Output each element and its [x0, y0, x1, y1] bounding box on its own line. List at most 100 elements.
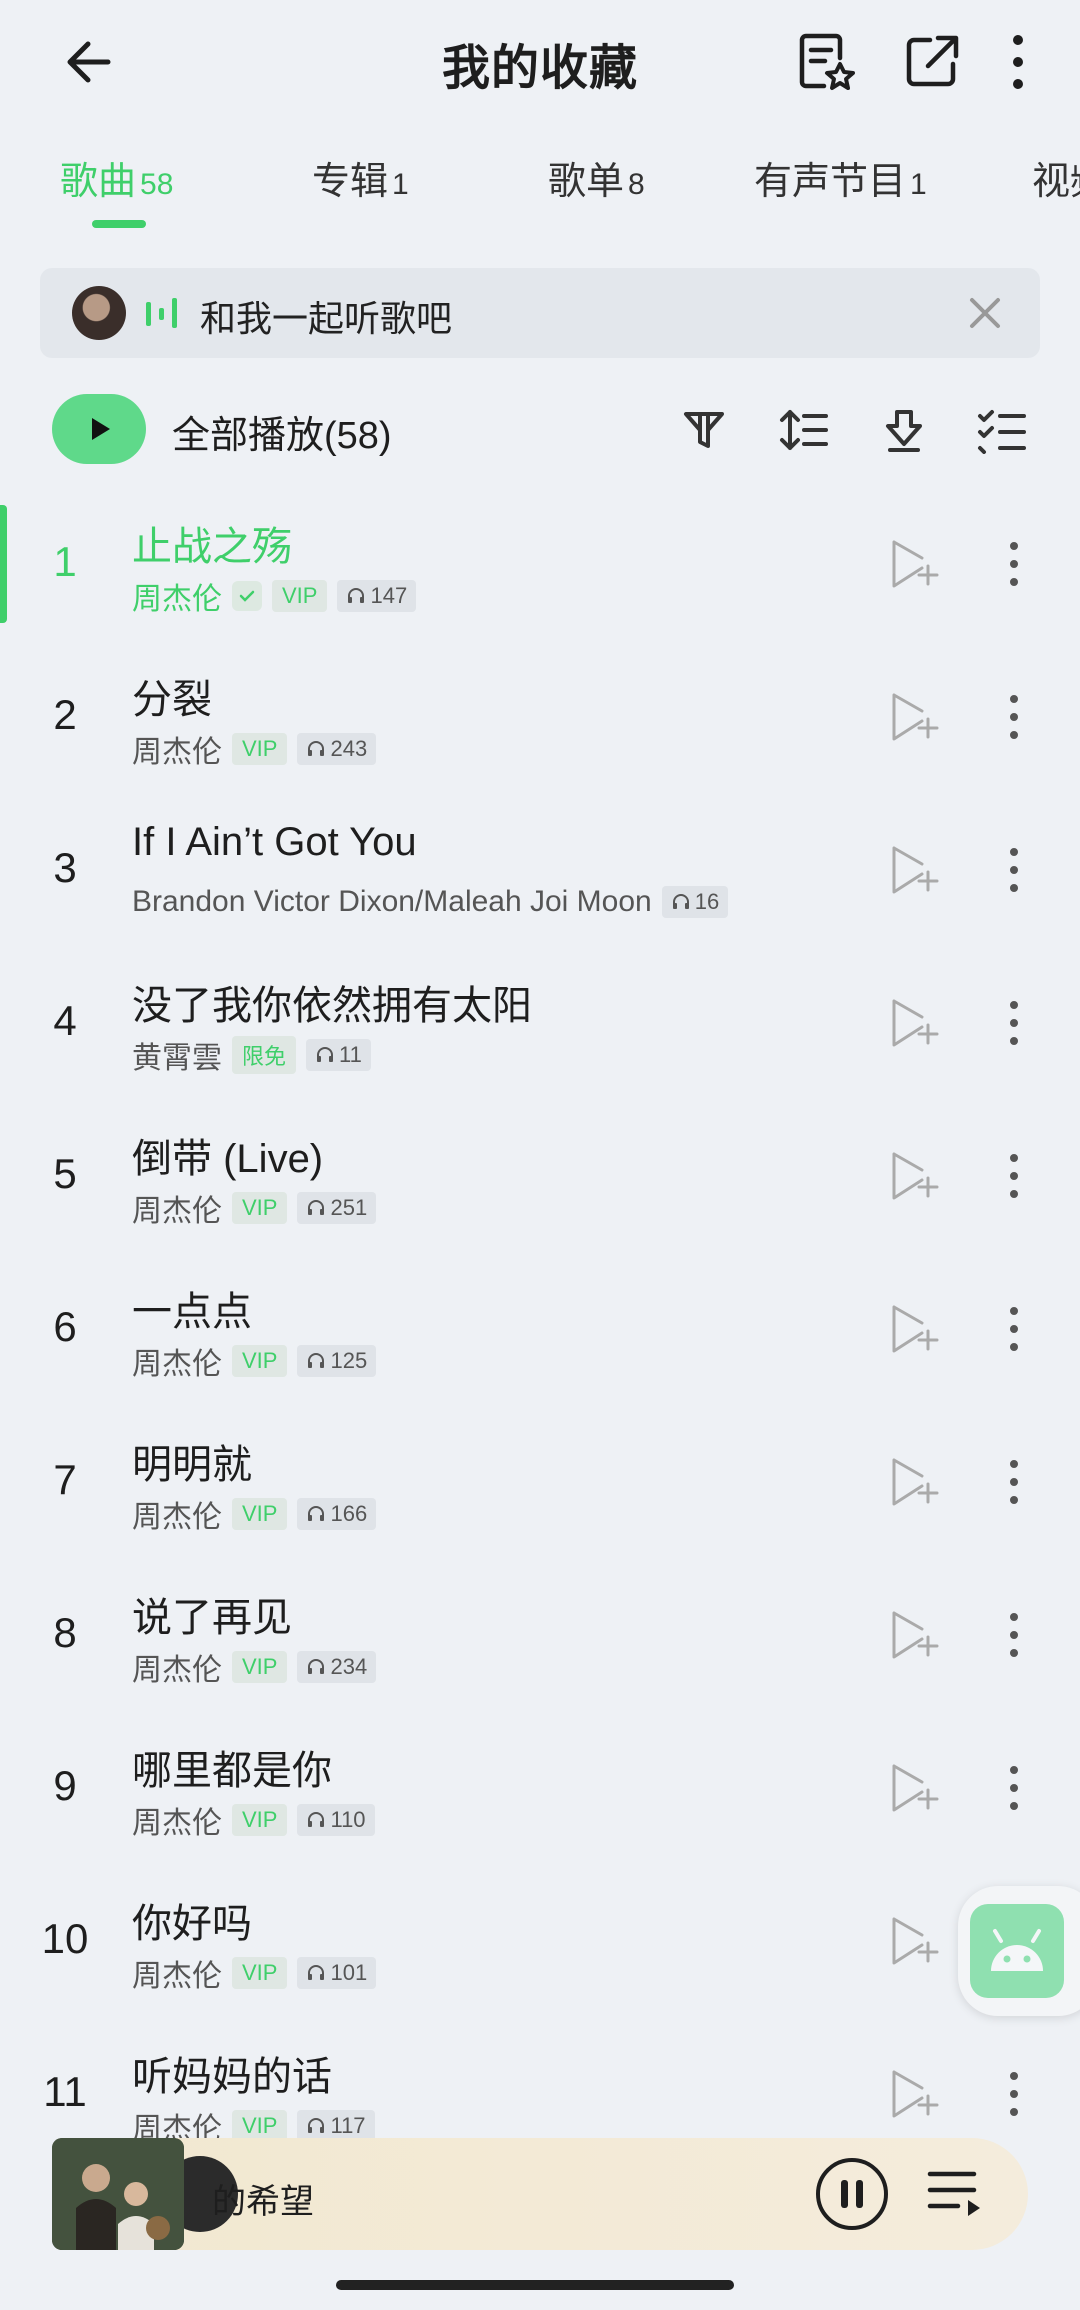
- share-button[interactable]: [896, 26, 968, 98]
- add-to-playlist-icon[interactable]: [888, 1913, 944, 1969]
- song-index: 8: [53, 1609, 77, 1656]
- download-button[interactable]: [874, 400, 934, 460]
- song-artist[interactable]: 周杰伦: [132, 1186, 222, 1230]
- album-art: [52, 2138, 184, 2250]
- play-count-value: 16: [694, 889, 720, 914]
- list-item[interactable]: 6 一点点 周杰伦 VIP 125: [0, 1265, 1080, 1418]
- more-vertical-icon[interactable]: [994, 689, 1034, 745]
- song-artist[interactable]: 周杰伦: [132, 574, 222, 618]
- song-index: 7: [53, 1456, 77, 1503]
- song-meta: Brandon Victor Dixon/Maleah Joi Moon 16: [132, 882, 729, 922]
- song-artist[interactable]: 黄霄雲: [132, 1033, 222, 1077]
- list-item[interactable]: 2 分裂 周杰伦 VIP 243: [0, 653, 1080, 806]
- play-count: 11: [306, 1039, 371, 1071]
- add-to-playlist-icon[interactable]: [888, 1607, 944, 1663]
- list-item[interactable]: 10 你好吗 周杰伦 VIP 101: [0, 1877, 1080, 2030]
- add-to-playlist-icon[interactable]: [888, 689, 944, 745]
- filter-button[interactable]: [674, 400, 734, 460]
- song-artist[interactable]: 周杰伦: [132, 727, 222, 771]
- song-title: 倒带 (Live): [132, 1137, 324, 1181]
- song-index: 4: [53, 997, 77, 1044]
- floating-assistant-button[interactable]: [958, 1886, 1080, 2016]
- play-all-button[interactable]: [52, 394, 146, 464]
- header: 我的收藏: [0, 0, 1080, 120]
- tab-playlists[interactable]: 歌单 8: [548, 150, 645, 205]
- play-count: 251: [297, 1192, 377, 1224]
- add-to-playlist-icon[interactable]: [888, 1760, 944, 1816]
- more-vertical-icon[interactable]: [994, 1607, 1034, 1663]
- more-vertical-icon[interactable]: [994, 995, 1034, 1051]
- add-to-playlist-icon[interactable]: [888, 842, 944, 898]
- tab-audio-programs[interactable]: 有声节目 1: [754, 150, 927, 205]
- more-vertical-icon[interactable]: [994, 2066, 1034, 2122]
- more-vertical-icon[interactable]: [994, 1301, 1034, 1357]
- close-icon[interactable]: [960, 288, 1010, 338]
- tab-videos[interactable]: 视频: [1032, 150, 1080, 205]
- sort-button[interactable]: [774, 400, 834, 460]
- vip-badge: VIP: [232, 733, 288, 765]
- play-all-label[interactable]: 全部播放(58): [172, 404, 392, 459]
- playlist-queue-icon[interactable]: [926, 2162, 986, 2222]
- tab-albums[interactable]: 专辑 1: [312, 150, 409, 205]
- list-item[interactable]: 7 明明就 周杰伦 VIP 166: [0, 1418, 1080, 1571]
- mini-player[interactable]: 的希望: [52, 2138, 1028, 2250]
- song-index: 9: [53, 1762, 77, 1809]
- play-count: 243: [297, 733, 377, 765]
- listen-together-banner[interactable]: 和我一起听歌吧: [40, 268, 1040, 358]
- more-vertical-icon[interactable]: [994, 536, 1034, 592]
- song-title: 你好吗: [132, 1902, 252, 1946]
- song-artist[interactable]: 周杰伦: [132, 1645, 222, 1689]
- song-meta: 周杰伦 VIP 243: [132, 727, 377, 771]
- song-meta: 周杰伦 VIP 166: [132, 1492, 377, 1536]
- song-artist[interactable]: 周杰伦: [132, 1798, 222, 1842]
- favorites-list-button[interactable]: [790, 26, 862, 98]
- filter-icon: [684, 412, 724, 448]
- list-item[interactable]: 9 哪里都是你 周杰伦 VIP 110: [0, 1724, 1080, 1877]
- list-item[interactable]: 11 听妈妈的话 周杰伦 VIP 117: [0, 2030, 1080, 2140]
- add-to-playlist-icon[interactable]: [888, 536, 944, 592]
- play-count-value: 11: [339, 1042, 362, 1067]
- tab-label: 视频: [1032, 161, 1080, 203]
- more-vertical-icon[interactable]: [994, 1760, 1034, 1816]
- song-meta: 周杰伦 VIP 101: [132, 1951, 377, 1995]
- pause-icon[interactable]: [814, 2156, 890, 2232]
- song-title: 止战之殇: [132, 525, 292, 569]
- more-menu-button[interactable]: [982, 26, 1054, 98]
- play-count: 110: [297, 1804, 375, 1836]
- add-to-playlist-icon[interactable]: [888, 1454, 944, 1510]
- song-artist[interactable]: 周杰伦: [132, 2104, 222, 2140]
- add-to-playlist-icon[interactable]: [888, 995, 944, 1051]
- song-title: 没了我你依然拥有太阳: [132, 984, 532, 1028]
- sort-icon: [780, 410, 828, 450]
- tab-count: 1: [392, 168, 409, 201]
- song-artist[interactable]: Brandon Victor Dixon/Maleah Joi Moon: [132, 885, 652, 919]
- add-to-playlist-icon[interactable]: [888, 2066, 944, 2122]
- more-vertical-icon[interactable]: [994, 1148, 1034, 1204]
- play-count: 234: [297, 1651, 377, 1683]
- play-count-value: 147: [370, 583, 408, 608]
- list-item[interactable]: 5 倒带 (Live) 周杰伦 VIP 251: [0, 1112, 1080, 1265]
- list-item[interactable]: 4 没了我你依然拥有太阳 黄霄雲 限免 11: [0, 959, 1080, 1112]
- tab-label: 歌单: [548, 161, 625, 203]
- active-tab-indicator: [92, 220, 146, 228]
- now-playing-title: 的希望: [212, 2183, 314, 2221]
- song-index: 1: [53, 538, 77, 585]
- play-count-value: 110: [330, 1807, 366, 1832]
- vip-badge: VIP: [232, 1498, 288, 1530]
- list-item[interactable]: 1 止战之殇 周杰伦 VIP 147: [0, 500, 1080, 653]
- song-title: 说了再见: [132, 1596, 292, 1640]
- tab-songs[interactable]: 歌曲 58: [60, 150, 173, 205]
- song-index: 11: [43, 2068, 87, 2115]
- headphones-icon: [672, 894, 689, 909]
- list-item[interactable]: 3 If I Ain’t Got You Brandon Victor Dixo…: [0, 806, 1080, 959]
- song-artist[interactable]: 周杰伦: [132, 1492, 222, 1536]
- song-artist[interactable]: 周杰伦: [132, 1951, 222, 1995]
- more-vertical-icon[interactable]: [994, 842, 1034, 898]
- list-item[interactable]: 8 说了再见 周杰伦 VIP 234: [0, 1571, 1080, 1724]
- song-artist[interactable]: 周杰伦: [132, 1339, 222, 1383]
- home-indicator[interactable]: [336, 2280, 734, 2290]
- multi-select-button[interactable]: [972, 400, 1032, 460]
- more-vertical-icon[interactable]: [994, 1454, 1034, 1510]
- add-to-playlist-icon[interactable]: [888, 1301, 944, 1357]
- add-to-playlist-icon[interactable]: [888, 1148, 944, 1204]
